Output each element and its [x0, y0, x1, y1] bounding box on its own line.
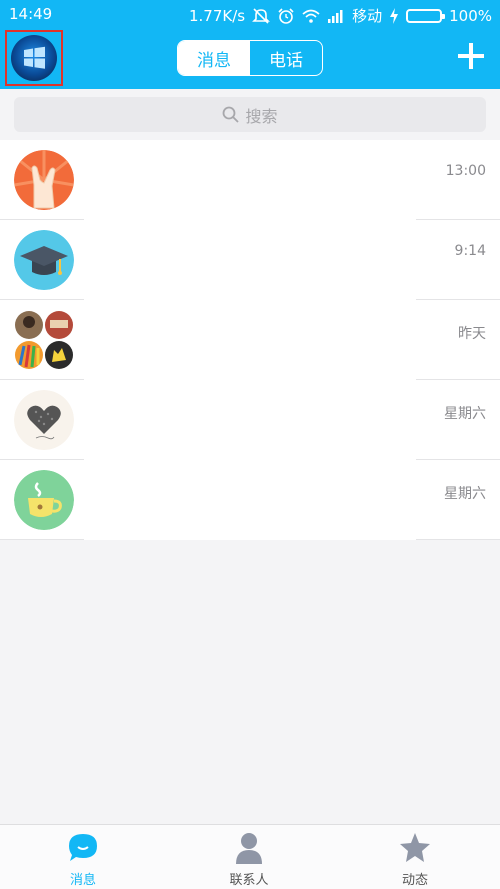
- header-tab-switch: 消息 电话: [177, 40, 323, 76]
- bottom-tab-contacts[interactable]: 联系人: [199, 831, 299, 888]
- title-bar: 消息 电话: [0, 28, 500, 89]
- conversation-row[interactable]: 13:00: [0, 140, 500, 220]
- alarm-icon: [278, 7, 294, 24]
- status-right: 1.77K/s 移动 100%: [189, 5, 492, 26]
- conversation-row[interactable]: 昨天: [0, 300, 500, 380]
- redacted-preview: [84, 140, 416, 220]
- profile-avatar-button[interactable]: [5, 30, 63, 86]
- battery-percent: 100%: [449, 6, 492, 25]
- conversation-row[interactable]: 星期六: [0, 460, 500, 540]
- heart-avatar: [14, 390, 74, 450]
- conversation-row[interactable]: 9:14: [0, 220, 500, 300]
- contact-person-icon: [236, 833, 262, 864]
- plus-icon[interactable]: [458, 43, 484, 69]
- conversation-time: 星期六: [444, 406, 486, 422]
- conversation-time: 9:14: [454, 243, 486, 259]
- mute-icon: [252, 7, 271, 24]
- profile-avatar: [11, 35, 57, 81]
- redacted-preview: [84, 220, 416, 300]
- coffee-cup-avatar: [14, 470, 74, 530]
- conversation-row[interactable]: 星期六: [0, 380, 500, 460]
- status-time: 14:49: [9, 5, 53, 23]
- search-icon: [223, 106, 240, 123]
- wifi-icon: [302, 9, 320, 23]
- bottom-tab-bar: 消息 联系人 动态: [0, 824, 500, 889]
- bottom-tab-label: 联系人: [229, 873, 269, 888]
- conversation-time: 星期六: [444, 486, 486, 502]
- conversation-time: 昨天: [458, 326, 486, 342]
- bottom-tab-label: 动态: [401, 873, 428, 888]
- search-bar[interactable]: 搜索: [14, 97, 486, 132]
- redacted-preview: [84, 300, 416, 380]
- charging-icon: [390, 7, 399, 24]
- bottom-tab-label: 消息: [69, 873, 96, 888]
- tab-messages[interactable]: 消息: [178, 41, 250, 75]
- message-bubble-icon: [69, 834, 97, 861]
- group-collage-avatar: [14, 310, 74, 370]
- conversation-time: 13:00: [445, 163, 486, 179]
- windows-logo-icon: [24, 46, 45, 69]
- rock-hand-avatar: [14, 150, 74, 210]
- tab-calls[interactable]: 电话: [250, 41, 322, 75]
- redacted-preview: [84, 460, 416, 540]
- redacted-preview: [84, 380, 416, 460]
- signal-icon: [328, 9, 343, 23]
- battery-icon: [406, 8, 446, 23]
- graduation-cap-avatar: [14, 230, 74, 290]
- bottom-tab-feeds[interactable]: 动态: [365, 831, 465, 888]
- status-bar: 14:49 1.77K/s 移动 100%: [0, 0, 500, 28]
- bottom-tab-messages[interactable]: 消息: [33, 831, 133, 888]
- network-speed: 1.77K/s: [188, 6, 246, 25]
- carrier-label: 移动: [352, 7, 383, 25]
- conversation-list: 13:00 9:14 昨天 星期六 星期六: [0, 140, 500, 540]
- search-placeholder: 搜索: [245, 106, 278, 126]
- star-icon: [400, 833, 430, 862]
